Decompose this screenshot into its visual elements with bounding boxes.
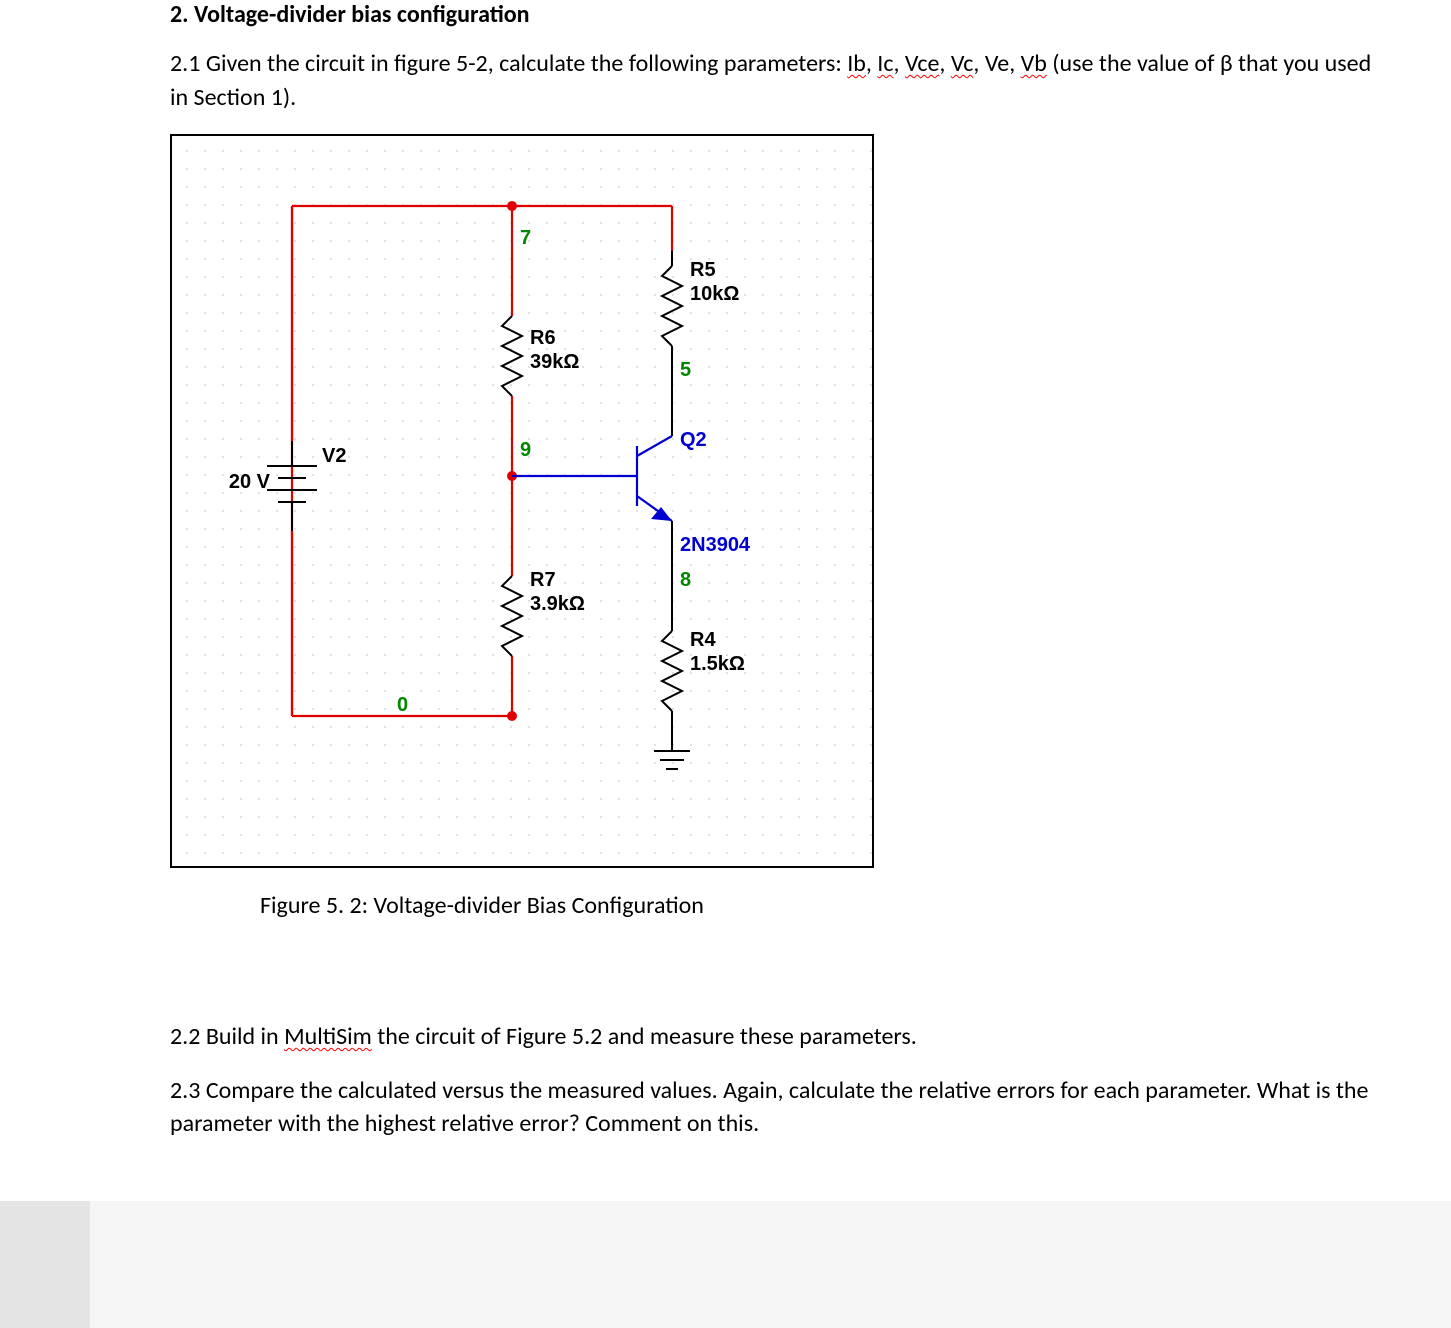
section-heading: 2. Voltage-divider bias configuration xyxy=(170,0,1391,29)
v2-name: V2 xyxy=(322,445,346,467)
r5-name: R5 xyxy=(690,259,716,281)
q22-lead: 2.2 Build in xyxy=(170,1022,284,1051)
svg-text:20 V: 20 V xyxy=(229,471,271,493)
node-7: 7 xyxy=(520,227,531,249)
q22-tail: the circuit of Figure 5.2 and measure th… xyxy=(377,1022,917,1051)
r7-name: R7 xyxy=(530,569,556,591)
multisim-word: MultiSim xyxy=(284,1022,372,1051)
param-ic: Ic xyxy=(877,49,893,78)
r7-val: 3.9kΩ xyxy=(530,593,585,615)
param-ve: Ve xyxy=(985,49,1009,78)
node-8: 8 xyxy=(680,569,691,591)
r4-name: R4 xyxy=(690,629,716,651)
param-vb: Vb xyxy=(1021,49,1047,78)
question-2-1: 2.1 Given the circuit in figure 5-2, cal… xyxy=(170,47,1391,114)
figure-caption: Figure 5. 2: Voltage-divider Bias Config… xyxy=(260,891,1391,920)
circuit-frame: V2 20 V R6 39kΩ R7 3.9kΩ xyxy=(170,134,874,868)
node-5: 5 xyxy=(680,359,691,381)
circuit-svg: V2 20 V R6 39kΩ R7 3.9kΩ xyxy=(172,136,872,866)
r4-val: 1.5kΩ xyxy=(690,653,745,675)
r6-val: 39kΩ xyxy=(530,351,579,373)
document-page: 2. Voltage-divider bias configuration 2.… xyxy=(0,0,1451,1201)
node-9: 9 xyxy=(520,439,531,461)
q2-part: 2N3904 xyxy=(680,534,751,556)
param-vce: Vce xyxy=(905,49,940,78)
q2-name: Q2 xyxy=(680,429,707,451)
param-vc: Vc xyxy=(951,49,974,78)
r5-val: 10kΩ xyxy=(690,283,739,305)
figure-container: V2 20 V R6 39kΩ R7 3.9kΩ xyxy=(170,134,1391,920)
question-2-2: 2.2 Build in MultiSim the circuit of Fig… xyxy=(170,1020,1391,1054)
question-2-3: 2.3 Compare the calculated versus the me… xyxy=(170,1074,1391,1141)
q21-lead: 2.1 Given the circuit in figure 5-2, cal… xyxy=(170,49,847,78)
r6-name: R6 xyxy=(530,327,556,349)
spacer xyxy=(170,930,1391,1020)
v2-val: 20 V xyxy=(229,471,271,493)
param-ib: Ib xyxy=(847,49,866,78)
node-0: 0 xyxy=(397,694,408,716)
